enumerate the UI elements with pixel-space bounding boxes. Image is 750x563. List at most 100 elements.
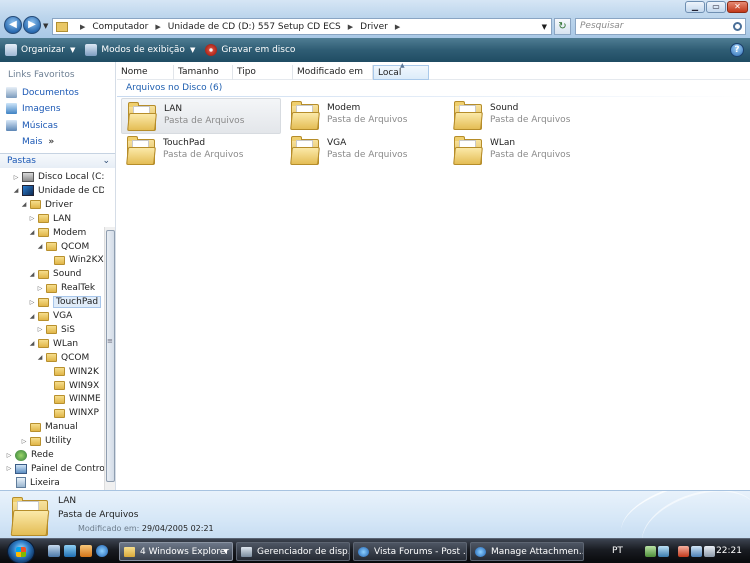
address-bar[interactable]: ▶ Computador ▶ Unidade de CD (D:) 557 Se… [52,18,552,35]
tree-item[interactable]: ▷ Painel de Controle [5,462,104,476]
recent-pages-dropdown[interactable]: ▼ [43,22,48,30]
folder-item[interactable]: Sound Pasta de Arquivos [448,98,608,134]
collapse-arrow-icon[interactable]: ◢ [20,201,28,208]
tree-item[interactable]: ◢ QCOM [36,240,90,254]
tree-item[interactable]: WINME [44,392,101,406]
tray-app-icon[interactable] [645,546,656,557]
tray-security-icon[interactable] [678,546,689,557]
folder-item[interactable]: VGA Pasta de Arquivos [285,133,445,169]
tree-item[interactable]: Win2KXP [44,253,104,267]
column-name[interactable]: Nome [117,65,174,80]
start-button[interactable] [7,539,35,563]
tree-item[interactable]: ◢ Unidade de CD ( [12,184,104,198]
internet-explorer-icon[interactable] [96,545,108,557]
tree-item[interactable]: WINXP [44,406,99,420]
organize-button[interactable]: Organizar ▼ [5,44,75,56]
search-input[interactable]: Pesquisar [575,18,746,35]
group-header[interactable]: Arquivos no Disco (6) [126,83,222,93]
tray-app-icon[interactable] [658,546,669,557]
tree-item-label: QCOM [61,352,90,363]
tree-item[interactable]: ◢ WLan [28,337,78,351]
tree-item[interactable]: Manual [20,420,78,434]
documents-icon [6,87,17,98]
column-size[interactable]: Tamanho [174,65,233,80]
address-dropdown-icon[interactable]: ▼ [542,23,547,31]
volume-icon[interactable] [704,546,715,557]
column-type[interactable]: Tipo [233,65,293,80]
tree-item[interactable]: ▷ SiS [36,323,75,337]
burn-button[interactable]: Gravar em disco [205,44,295,56]
collapse-arrow-icon[interactable]: ◢ [28,340,36,347]
tree-item[interactable]: ◢ VGA [28,309,73,323]
show-desktop-icon[interactable] [48,545,60,557]
minimize-button[interactable]: ▁ [685,1,705,13]
collapse-arrow-icon[interactable]: ◢ [28,313,36,320]
tree-item[interactable]: ▷ Utility [20,434,72,448]
close-button[interactable]: ✕ [727,1,748,13]
network-icon[interactable] [691,546,702,557]
breadcrumb-driver[interactable]: Driver [360,22,388,32]
chevron-right-icon[interactable]: ▶ [80,23,85,31]
expand-arrow-icon[interactable]: ▷ [12,174,20,181]
expand-arrow-icon[interactable]: ▷ [36,285,44,292]
tree-item[interactable]: ◢ Driver [20,198,73,212]
collapse-arrow-icon[interactable]: ◢ [28,271,36,278]
expand-arrow-icon[interactable]: ▷ [28,215,36,222]
expand-arrow-icon[interactable]: ▷ [36,326,44,333]
maximize-button[interactable]: ▭ [706,1,726,13]
folder-icon [30,200,41,210]
language-indicator[interactable]: PT [612,546,623,556]
tree-item[interactable]: ▷ TouchPad [28,295,102,309]
folder-item[interactable]: LAN Pasta de Arquivos [121,98,281,134]
favorite-musicas[interactable]: Músicas [6,120,58,131]
tree-item[interactable]: ◢ QCOM [36,351,90,365]
collapse-arrow-icon[interactable]: ◢ [28,229,36,236]
clock[interactable]: 22:21 [716,546,742,556]
breadcrumb-computador[interactable]: Computador [92,22,148,32]
media-player-icon[interactable] [80,545,92,557]
task-device-manager[interactable]: Gerenciador de disp... [236,542,350,561]
collapse-arrow-icon[interactable]: ◢ [36,354,44,361]
expand-arrow-icon[interactable]: ▷ [20,438,28,445]
task-manage-attachments[interactable]: Manage Attachmen... [470,542,584,561]
folder-item[interactable]: Modem Pasta de Arquivos [285,98,445,134]
forward-button[interactable]: ▶ [23,16,41,34]
tree-item[interactable]: Lixeira [5,476,60,490]
tree-item[interactable]: ▷ Rede [5,448,54,462]
tree-item[interactable]: ▷ RealTek [36,281,95,295]
tree-item-label: Lixeira [30,477,60,488]
favorite-imagens[interactable]: Imagens [6,103,61,114]
tree-item[interactable]: ▷ LAN [28,212,71,226]
help-icon[interactable]: ? [730,43,744,57]
chevron-right-icon[interactable]: ▶ [155,23,160,31]
views-button[interactable]: Modos de exibição ▼ [85,44,195,56]
favorite-documentos[interactable]: Documentos [6,87,79,98]
collapse-arrow-icon[interactable]: ◢ [36,243,44,250]
tree-item[interactable]: WIN9X [44,379,99,393]
folder-item[interactable]: TouchPad Pasta de Arquivos [121,133,281,169]
more-links[interactable]: Mais » [22,137,54,147]
task-windows-explorer[interactable]: 4 Windows Explorer ▼ [119,542,233,561]
folders-header[interactable]: Pastas ⌄ [0,153,115,168]
switch-windows-icon[interactable] [64,545,76,557]
folder-item[interactable]: WLan Pasta de Arquivos [448,133,608,169]
chevron-right-icon[interactable]: ▶ [348,23,353,31]
breadcrumb-cd-drive[interactable]: Unidade de CD (D:) 557 Setup CD ECS [168,22,341,32]
collapse-arrow-icon[interactable]: ◢ [12,187,20,194]
expand-arrow-icon[interactable]: ▷ [5,465,13,472]
search-icon[interactable] [733,22,742,31]
tree-scrollbar[interactable]: ≡ [104,227,115,490]
scrollbar-thumb[interactable] [106,230,115,482]
tree-item[interactable]: ▷ Disco Local (C:) [12,170,104,184]
back-button[interactable]: ◀ [4,16,22,34]
tree-item[interactable]: WIN2K [44,365,99,379]
tree-item[interactable]: ◢ Sound [28,267,82,281]
chevron-right-icon[interactable]: ▶ [395,23,400,31]
refresh-button[interactable]: ↻ [554,18,571,35]
column-modified[interactable]: Modificado em [293,65,373,80]
tree-item[interactable]: ◢ Modem [28,226,87,240]
views-label: Modos de exibição [101,45,185,55]
task-vista-forums[interactable]: Vista Forums - Post ... [353,542,467,561]
expand-arrow-icon[interactable]: ▷ [28,299,36,306]
expand-arrow-icon[interactable]: ▷ [5,452,13,459]
